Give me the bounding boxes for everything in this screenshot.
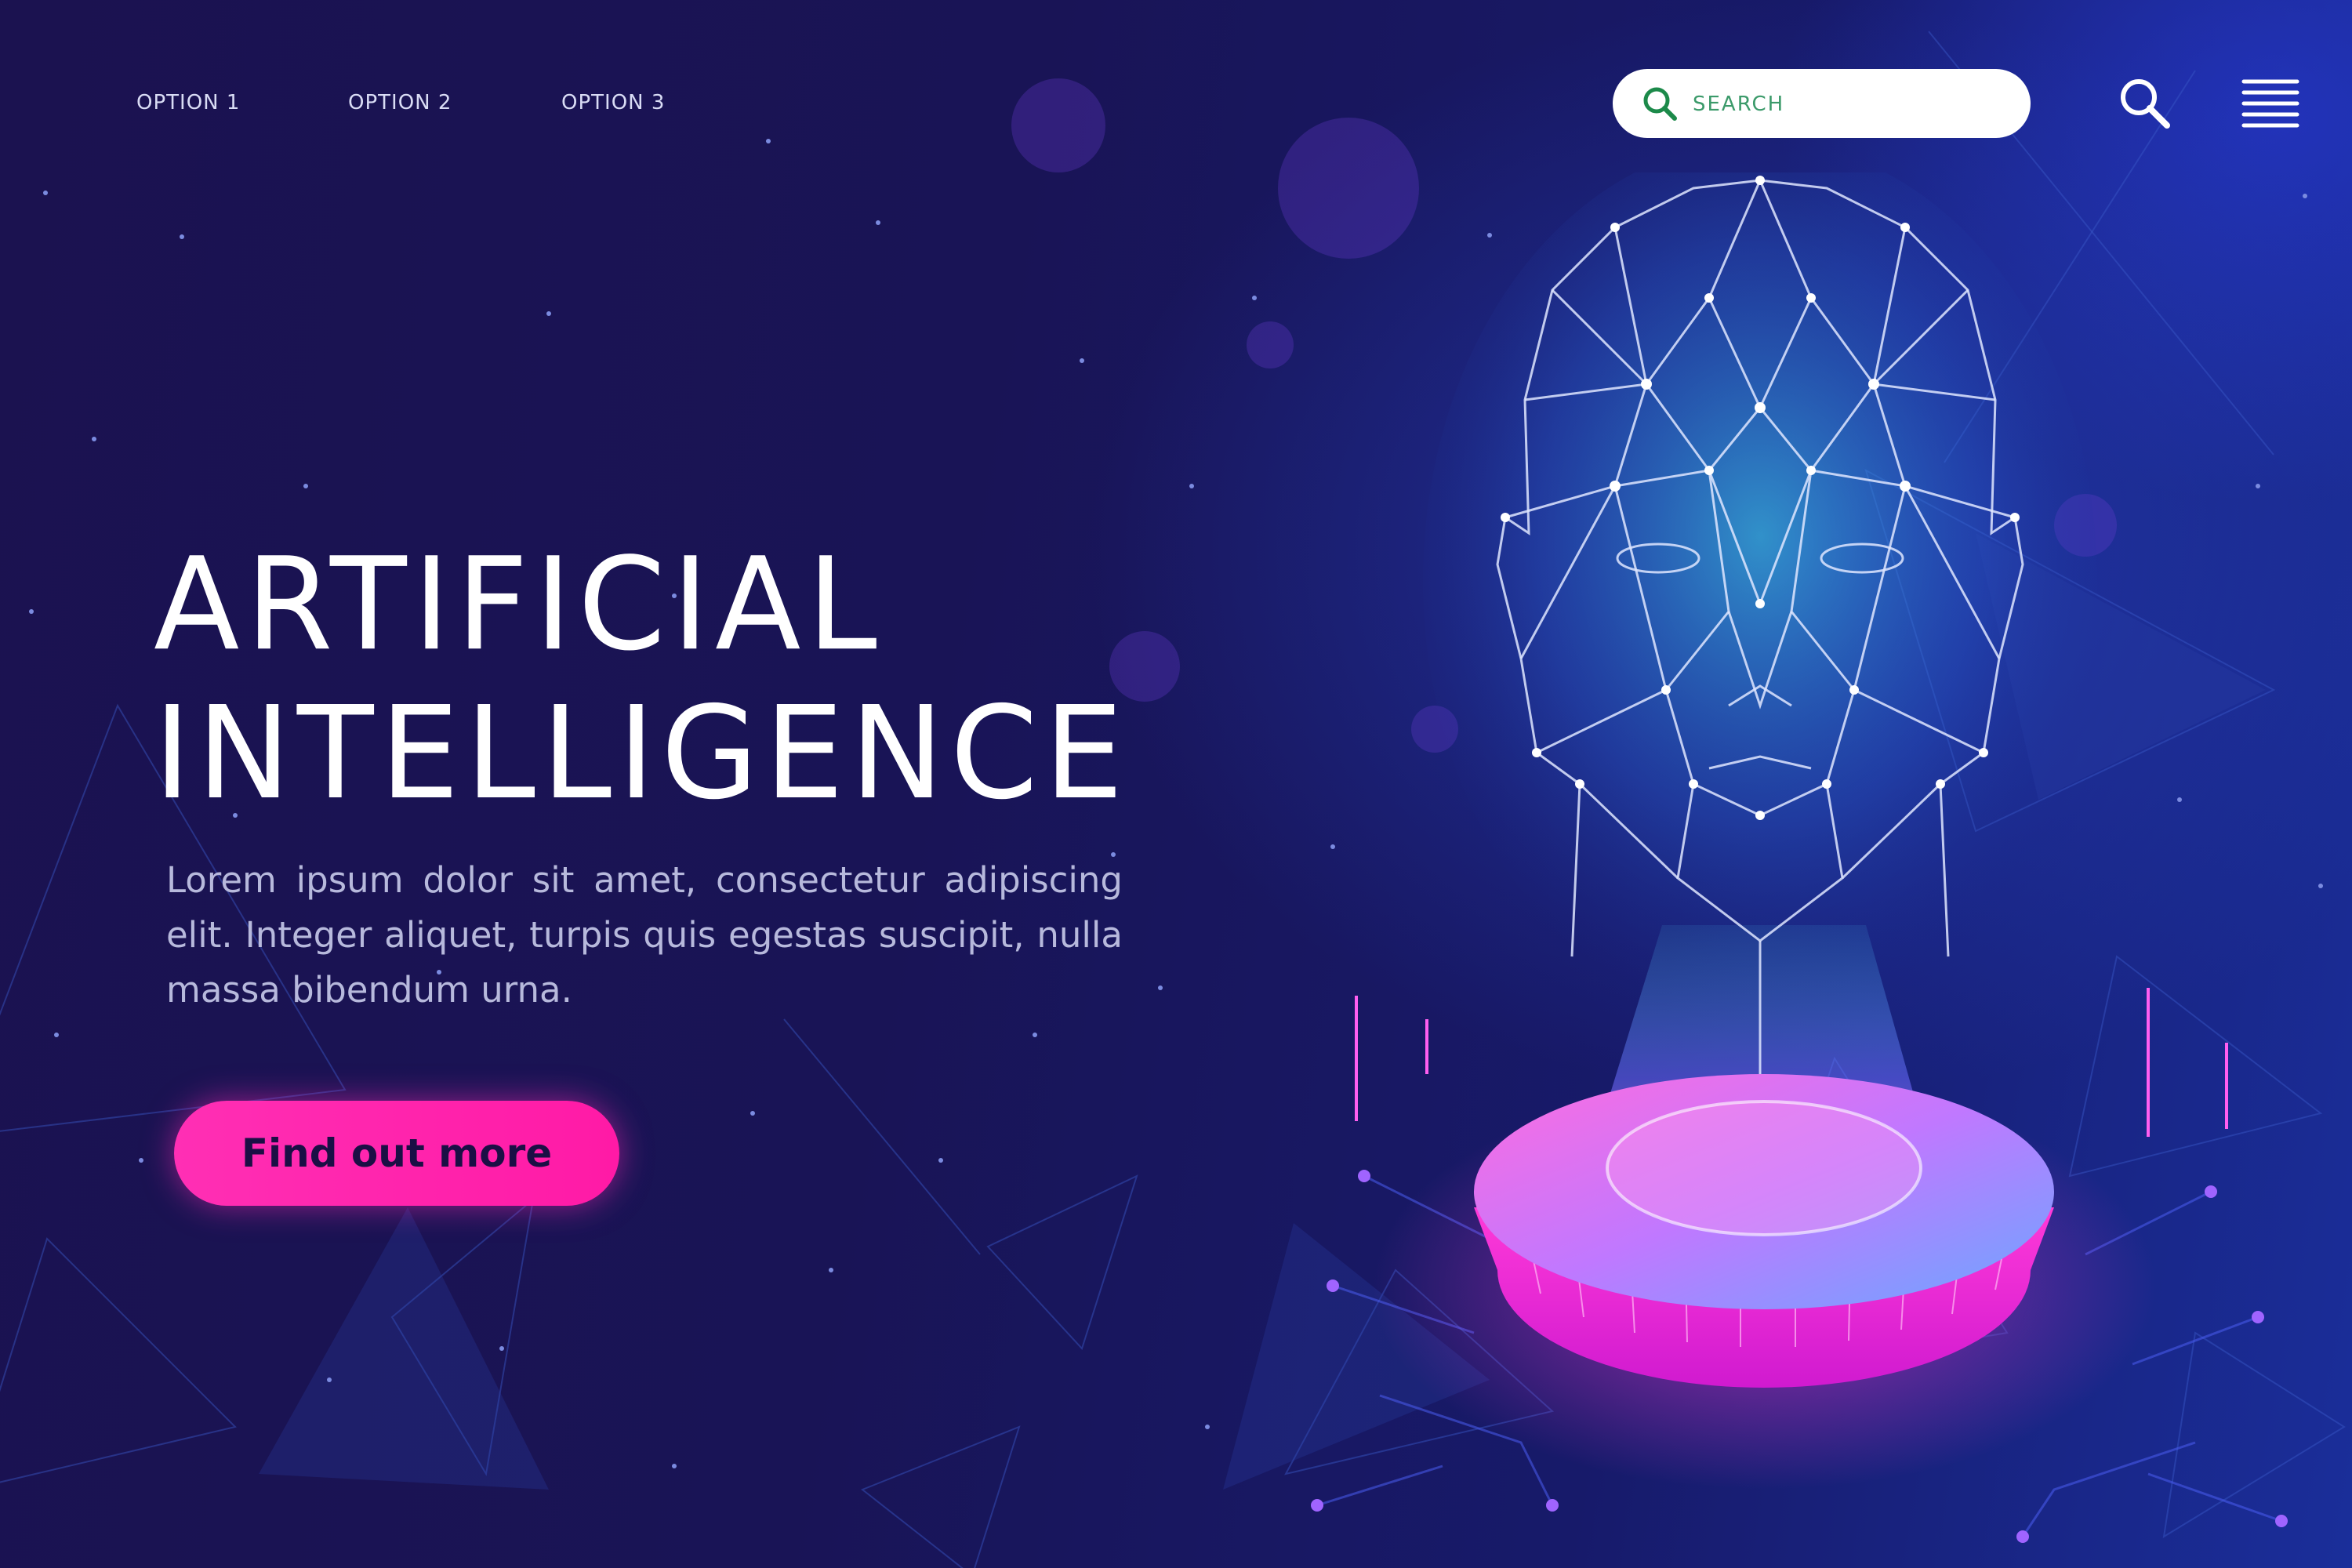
magnifier-icon [2121, 79, 2170, 129]
nav-link-option-3[interactable]: OPTION 3 [561, 91, 665, 114]
ai-head-hologram-illustration [1311, 172, 2288, 1543]
nav-link-option-2[interactable]: OPTION 2 [348, 91, 452, 114]
hamburger-menu-icon [2241, 79, 2299, 128]
hero-title: ARTIFICIAL INTELLIGENCE [154, 530, 1130, 827]
search-bar[interactable] [1613, 69, 2031, 138]
search-button[interactable] [2117, 75, 2173, 132]
hero-description: Lorem ipsum dolor sit amet, consectetur … [166, 859, 1123, 1011]
search-icon [1643, 87, 1677, 121]
pedestal-ring [1606, 1100, 1922, 1236]
nav-link-option-1[interactable]: OPTION 1 [136, 91, 240, 114]
menu-button[interactable] [2241, 75, 2300, 132]
hero-title-line-1: ARTIFICIAL [154, 529, 884, 679]
find-out-more-button[interactable]: Find out more [174, 1101, 619, 1206]
hero-title-line-2: INTELLIGENCE [154, 677, 1130, 828]
search-input[interactable] [1691, 88, 2008, 121]
landing-page: OPTION 1 OPTION 2 OPTION 3 ARTIFICIAL [0, 0, 2352, 1568]
